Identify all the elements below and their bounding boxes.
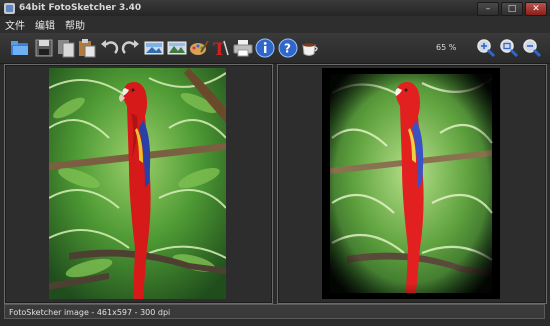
result-image-icon[interactable] <box>166 37 188 59</box>
help-icon[interactable]: ? <box>277 37 299 59</box>
paste-icon[interactable] <box>76 37 98 59</box>
redo-icon[interactable] <box>120 37 142 59</box>
save-icon[interactable] <box>33 37 55 59</box>
coffee-icon[interactable] <box>299 37 321 59</box>
maximize-button[interactable]: □ <box>501 2 523 16</box>
zoom-in-icon[interactable] <box>475 37 497 59</box>
app-icon <box>4 2 15 14</box>
close-button[interactable]: ✕ <box>525 2 547 16</box>
toolbar: T ? 65 % <box>0 33 550 64</box>
title-bar: 64bit FotoSketcher 3.40 – □ ✕ <box>0 0 550 16</box>
zoom-out-icon[interactable] <box>521 37 543 59</box>
undo-icon[interactable] <box>98 37 120 59</box>
zoom-fit-icon[interactable] <box>498 37 520 59</box>
print-icon[interactable] <box>232 37 254 59</box>
original-image-pane[interactable] <box>4 64 273 304</box>
paint-palette-icon[interactable] <box>188 37 210 59</box>
minimize-button[interactable]: – <box>477 2 499 16</box>
original-parrot-image <box>49 68 226 299</box>
text-icon[interactable]: T <box>209 37 231 59</box>
zoom-level: 65 % <box>436 43 457 52</box>
sketch-parrot-image <box>322 68 500 299</box>
result-image-pane[interactable] <box>277 64 547 304</box>
window-title: 64bit FotoSketcher 3.40 <box>19 3 142 13</box>
bottom-strip <box>0 321 550 326</box>
info-icon[interactable] <box>254 37 276 59</box>
original-image-icon[interactable] <box>143 37 165 59</box>
open-folder-icon[interactable] <box>9 37 31 59</box>
menu-file[interactable]: 文件 <box>0 17 30 32</box>
status-bar: FotoSketcher image - 461x597 - 300 dpi <box>4 304 545 319</box>
svg-text:?: ? <box>284 42 291 56</box>
menu-edit[interactable]: 编辑 <box>30 17 60 32</box>
window-controls: – □ ✕ <box>477 2 547 16</box>
copy-icon[interactable] <box>55 37 77 59</box>
menu-bar: 文件 编辑 帮助 <box>0 16 550 33</box>
menu-help[interactable]: 帮助 <box>60 17 90 32</box>
